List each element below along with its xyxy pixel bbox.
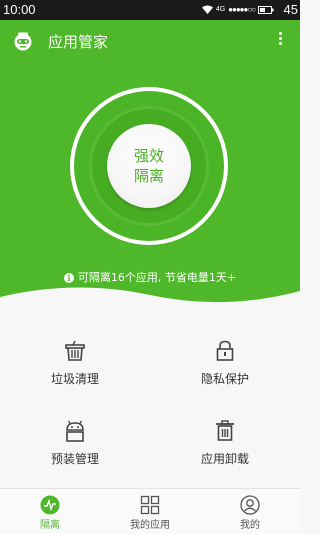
- status-icons: 4G ●●●●●○○: [201, 5, 274, 14]
- boost-label-line1: 强效: [133, 147, 164, 165]
- pulse-icon: [40, 495, 60, 515]
- nav-label: 我的应用: [130, 520, 170, 531]
- bottom-navigation: 隔离 我的应用 我的: [0, 488, 300, 534]
- feature-label: 预装管理: [50, 452, 99, 466]
- wave-divider: [0, 287, 300, 315]
- battery-percent: 45: [283, 2, 298, 17]
- more-vertical-icon[interactable]: [274, 32, 286, 50]
- boost-isolate-button[interactable]: 强效 隔离: [107, 124, 191, 208]
- profile-icon: [240, 495, 260, 515]
- wifi-icon: [201, 5, 213, 14]
- nav-label: 我的: [240, 520, 260, 531]
- feature-junk-clean[interactable]: 垃圾清理: [0, 340, 150, 420]
- nav-profile[interactable]: 我的: [200, 489, 300, 534]
- signal-dots: ●●●●●○○: [228, 5, 256, 14]
- nav-my-apps[interactable]: 我的应用: [100, 489, 200, 534]
- android-icon: [66, 420, 84, 442]
- feature-label: 隐私保护: [200, 372, 249, 386]
- robot-logo-icon: [14, 32, 32, 51]
- tip-text: 可隔离16个应用, 节省电量1天+: [77, 271, 237, 284]
- feature-label: 垃圾清理: [50, 372, 99, 386]
- app-title: 应用管家: [48, 33, 109, 51]
- lock-icon: [216, 340, 234, 361]
- boost-label-line2: 隔离: [133, 167, 164, 185]
- isolation-tip: i 可隔离16个应用, 节省电量1天+: [0, 269, 300, 285]
- info-icon: i: [63, 273, 74, 283]
- network-type: 4G: [215, 6, 226, 13]
- trash-basket-icon: [65, 340, 85, 361]
- hero-panel: 应用管家 强效 隔离 i 可隔离16个应用, 节省电量1天+: [0, 20, 300, 315]
- status-bar: 10:00 4G ●●●●●○○ 45: [0, 0, 300, 20]
- status-time: 10:00: [3, 2, 36, 17]
- apps-grid-icon: [140, 495, 160, 515]
- trash-can-icon: [216, 420, 234, 441]
- feature-label: 应用卸载: [200, 452, 249, 466]
- battery-icon: [258, 5, 274, 14]
- nav-isolate[interactable]: 隔离: [0, 489, 100, 534]
- feature-privacy[interactable]: 隐私保护: [150, 340, 300, 420]
- nav-label: 隔离: [40, 520, 60, 531]
